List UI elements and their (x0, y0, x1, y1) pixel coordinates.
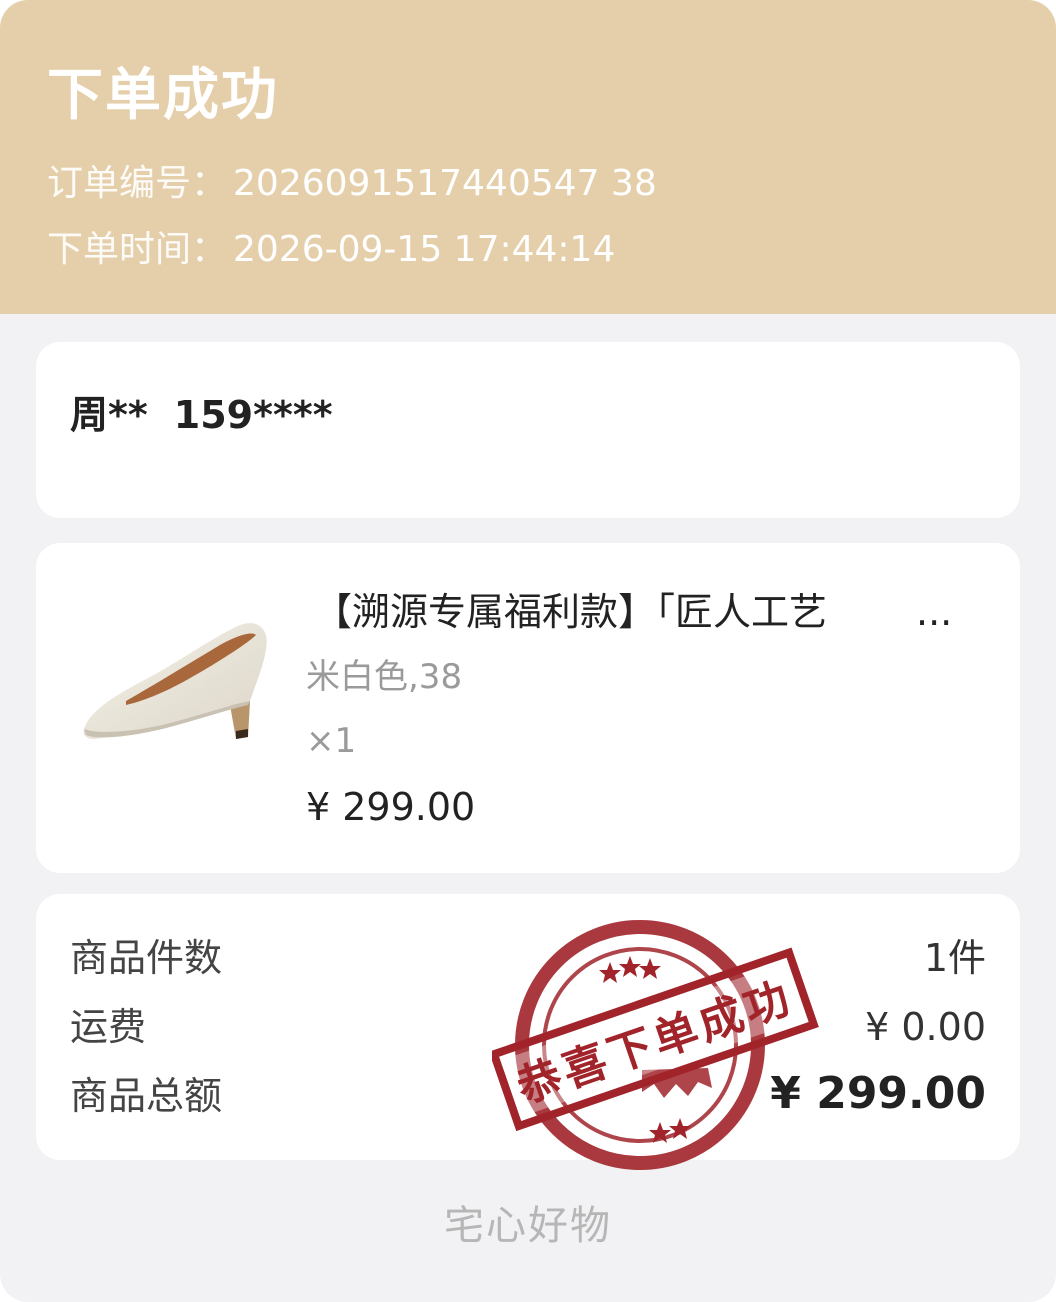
product-variant: 米白色,38 (306, 657, 463, 697)
address-card[interactable]: 周** 159**** (36, 342, 1020, 518)
total-label: 商品总额 (70, 1074, 223, 1118)
order-number-label: 订单编号： (47, 163, 228, 204)
order-success-page: 下单成功 订单编号： 2026091517440547 38 下单时间： 2026-… (0, 0, 1056, 1302)
footer-brand: 宅心好物 (444, 1203, 612, 1249)
product-card[interactable]: 【溯源专属福利款】「匠人工艺 ... 米白色,38 ×1 ¥ 299.00 (36, 543, 1020, 873)
product-title: 【溯源专属福利款】「匠人工艺 (314, 590, 828, 634)
order-number-value: 2026091517440547 38 (233, 163, 657, 204)
shoe-product-image[interactable] (80, 605, 280, 755)
order-time-row: 下单时间： 2026-09-15 17:44:14 (47, 228, 615, 272)
recipient-phone: 159**** (173, 393, 333, 437)
page-title: 下单成功 (47, 63, 279, 128)
product-title-ellipsis: ... (916, 590, 953, 634)
product-quantity: ×1 (306, 721, 357, 761)
shipping-value: ¥ 0.00 (865, 1005, 986, 1049)
order-time-label: 下单时间： (47, 229, 228, 270)
recipient-info: 周** 159**** (70, 384, 333, 439)
success-stamp-icon: 恭喜下单成功 (492, 920, 819, 1170)
order-success-header: 下单成功 订单编号： 2026091517440547 38 下单时间： 2026-… (0, 0, 1056, 314)
recipient-name: 周** (70, 393, 148, 437)
order-time-value: 2026-09-15 17:44:14 (233, 229, 616, 270)
product-price: ¥ 299.00 (306, 785, 476, 829)
item-count-label: 商品件数 (70, 936, 223, 980)
order-number-row: 订单编号： 2026091517440547 38 (47, 162, 657, 206)
item-count-value: 1件 (923, 936, 986, 980)
shipping-label: 运费 (70, 1005, 147, 1049)
